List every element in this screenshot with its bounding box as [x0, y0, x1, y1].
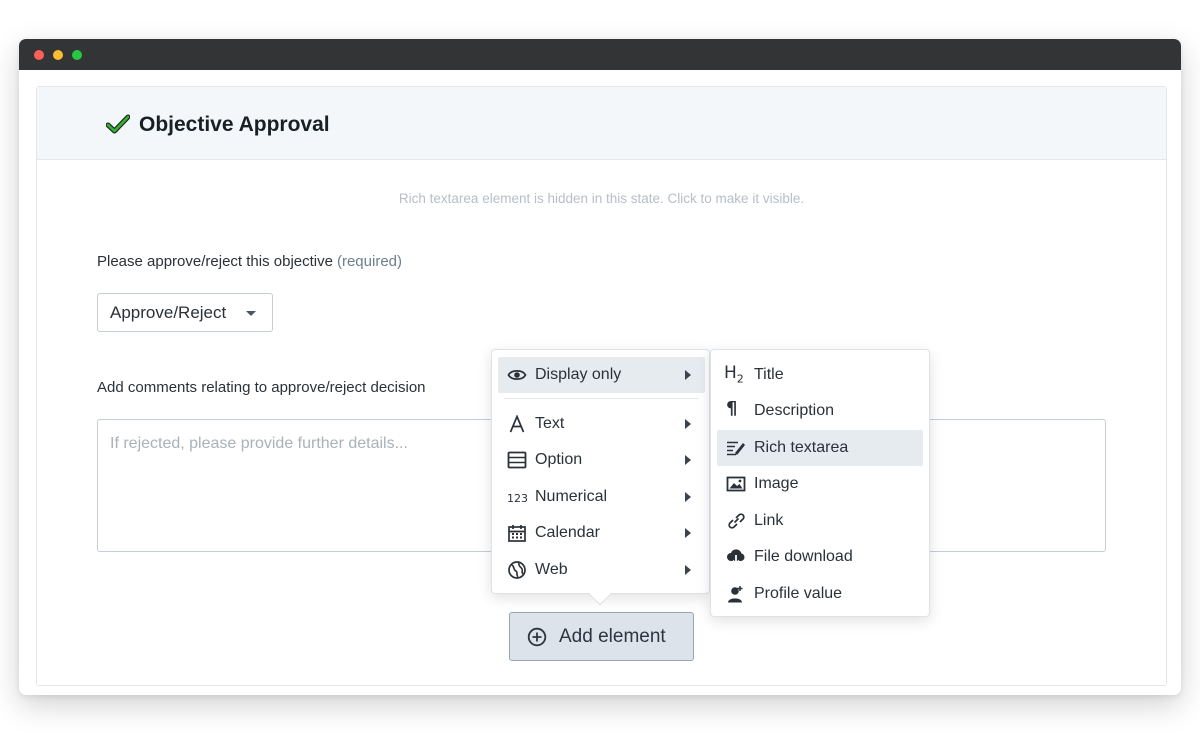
- plus-circle-icon: [527, 627, 547, 647]
- submenu-item-file-download[interactable]: File download: [717, 539, 923, 575]
- hidden-element-hint[interactable]: Rich textarea element is hidden in this …: [37, 191, 1166, 206]
- submenu-item-label: Profile value: [754, 585, 843, 602]
- select-value: Approve/Reject: [110, 303, 227, 322]
- list-icon: [507, 451, 527, 469]
- submenu-item-description[interactable]: ¶ Description: [717, 393, 923, 429]
- required-marker: (required): [336, 253, 402, 270]
- comments-placeholder: If rejected, please provide further deta…: [110, 435, 408, 452]
- menu-item-option[interactable]: Option: [498, 442, 705, 478]
- menu-item-label: Display only: [535, 366, 622, 383]
- submenu-item-label: Title: [754, 366, 784, 383]
- submenu-item-label: Rich textarea: [754, 439, 849, 456]
- numbers-icon: 123: [507, 492, 528, 505]
- comments-label: Add comments relating to approve/reject …: [97, 379, 426, 396]
- approve-question-label: Please approve/reject this objective (req…: [97, 253, 402, 270]
- eye-icon: [507, 369, 527, 381]
- submenu-item-profile-value[interactable]: Profile value: [717, 576, 923, 612]
- chevron-right-icon: [685, 492, 691, 502]
- display-only-submenu: H2 Title ¶ Description Rich textarea Ima…: [710, 349, 930, 617]
- menu-item-label: Option: [535, 451, 583, 468]
- card-header: Objective Approval: [37, 87, 1166, 160]
- maximize-window-button[interactable]: [72, 50, 82, 60]
- minimize-window-button[interactable]: [53, 50, 63, 60]
- menu-item-numerical[interactable]: 123 Numerical: [498, 479, 705, 515]
- add-element-label: Add element: [559, 626, 666, 647]
- globe-icon: [508, 561, 526, 579]
- cloud-download-icon: [727, 549, 745, 566]
- rich-text-icon: [727, 441, 745, 456]
- approve-reject-select[interactable]: Approve/Reject: [97, 293, 273, 332]
- paragraph-icon: ¶: [726, 398, 738, 419]
- card-title: Objective Approval: [139, 113, 330, 136]
- submenu-item-label: Description: [754, 402, 835, 419]
- menu-item-label: Web: [535, 561, 568, 578]
- menu-item-text[interactable]: Text: [498, 406, 705, 442]
- window-titlebar: [19, 39, 1181, 70]
- submenu-item-title[interactable]: H2 Title: [717, 357, 923, 393]
- chevron-right-icon: [685, 419, 691, 429]
- caret-down-icon: [246, 311, 256, 316]
- menu-divider: [504, 398, 699, 399]
- element-type-menu: Display only Text Option 123 Numerical C…: [491, 349, 710, 606]
- chevron-right-icon: [685, 565, 691, 575]
- submenu-item-image[interactable]: Image: [717, 466, 923, 502]
- checkmark-icon: [106, 114, 130, 134]
- heading-icon: H2: [724, 363, 744, 386]
- close-window-button[interactable]: [34, 50, 44, 60]
- heading-glyph: H: [724, 363, 737, 383]
- menu-item-display-only[interactable]: Display only: [498, 357, 705, 393]
- add-element-button[interactable]: Add element: [509, 612, 694, 661]
- submenu-item-label: File download: [754, 548, 853, 565]
- letter-a-icon: [509, 415, 525, 433]
- menu-item-web[interactable]: Web: [498, 552, 705, 588]
- chevron-right-icon: [685, 370, 691, 380]
- menu-item-label: Calendar: [535, 524, 600, 541]
- submenu-item-link[interactable]: Link: [717, 503, 923, 539]
- chevron-right-icon: [685, 455, 691, 465]
- user-icon: [728, 586, 743, 603]
- chevron-right-icon: [685, 528, 691, 538]
- submenu-item-rich-textarea[interactable]: Rich textarea: [717, 430, 923, 466]
- menu-item-label: Text: [535, 415, 565, 432]
- submenu-item-label: Link: [754, 512, 784, 529]
- image-icon: [726, 476, 746, 492]
- heading-sub-glyph: 2: [736, 372, 744, 386]
- submenu-item-label: Image: [754, 475, 799, 492]
- approve-question-text: Please approve/reject this objective: [97, 253, 333, 270]
- link-icon: [728, 513, 745, 529]
- menu-item-label: Numerical: [535, 488, 608, 505]
- menu-item-calendar[interactable]: Calendar: [498, 515, 705, 551]
- calendar-icon: [508, 525, 526, 542]
